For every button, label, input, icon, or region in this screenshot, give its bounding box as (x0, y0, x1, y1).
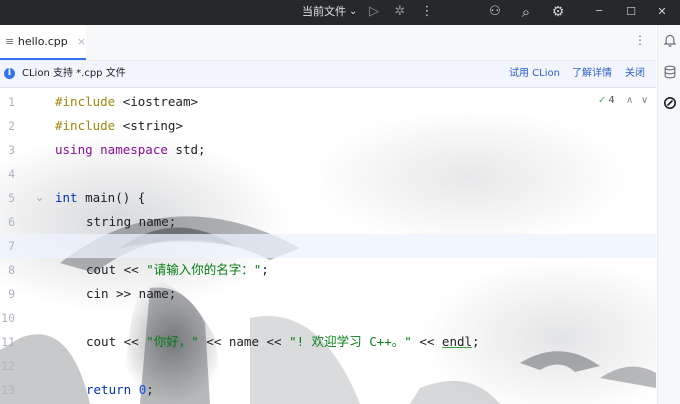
code-token: main() { (77, 190, 146, 205)
code-token-ns: using namespace (55, 142, 168, 157)
line-number: 13 (1, 383, 15, 397)
code-line: cin >> name; (86, 282, 176, 306)
tab-label: hello.cpp (17, 35, 68, 48)
line-number: 2 (8, 119, 15, 133)
run-icon[interactable]: ▷ (364, 2, 384, 22)
code-token-str: "请输入你的名字：" (146, 262, 262, 277)
bell-icon (663, 34, 677, 47)
settings-icon[interactable]: ⚙ (548, 2, 568, 22)
learn-more-link[interactable]: 了解详情 (572, 61, 612, 87)
code-line: #include <iostream> (55, 90, 198, 114)
search-icon[interactable]: ⌕ (516, 2, 536, 22)
next-highlight-icon[interactable]: ∨ (641, 94, 648, 108)
line-number: 1 (8, 95, 15, 109)
code-token-pp: #include (55, 118, 123, 133)
code-line: cout << "请输入你的名字："; (86, 258, 269, 282)
info-icon: i (4, 68, 15, 79)
line-number: 3 (8, 143, 15, 157)
ai-assistant-icon[interactable] (662, 96, 678, 112)
notification-text: CLion 支持 *.cpp 文件 (22, 68, 126, 79)
add-user-icon[interactable]: ⚇ (485, 2, 505, 22)
line-number: 4 (8, 167, 15, 181)
code-line: string name; (86, 210, 176, 234)
notifications-icon[interactable] (662, 34, 678, 50)
ai-swirl-icon (664, 97, 676, 109)
code-token-str: "你好，" (146, 334, 199, 349)
line-number: 5 (8, 191, 15, 205)
code-token: std; (167, 142, 206, 157)
code-token: cin >> name; (86, 286, 177, 301)
code-line: return 0; (86, 378, 154, 402)
code-editor[interactable]: 1 2 3 4 5 6 7 8 9 10 11 12 13 ⌄ #include… (0, 88, 656, 404)
code-line: int main() { (55, 186, 145, 210)
line-number: 12 (1, 359, 15, 373)
inspection-widget[interactable]: ✓ 4 (598, 94, 615, 108)
line-number: 8 (8, 263, 15, 277)
code-token-kw: int (55, 190, 78, 205)
minimize-icon[interactable]: ─ (589, 2, 609, 22)
debug-icon[interactable]: ✲ (390, 2, 410, 22)
tab-close-icon[interactable]: × (77, 35, 86, 48)
database-icon[interactable] (662, 65, 678, 81)
close-icon[interactable]: ✕ (652, 2, 672, 22)
code-token: << (411, 334, 442, 349)
right-tool-sidebar (657, 25, 680, 404)
try-clion-link[interactable]: 试用 CLion (509, 61, 560, 87)
editor-tab-bar: ≡ hello.cpp × ⋮ (0, 25, 656, 61)
code-token: ; (146, 382, 154, 397)
previous-highlight-icon[interactable]: ∧ (626, 94, 633, 108)
title-bar: 当前文件 ⌄ ▷ ✲ ⋮ ⚇ ⌕ ⚙ ─ ☐ ✕ (0, 0, 680, 25)
tab-options-icon[interactable]: ⋮ (634, 33, 646, 47)
run-config-selector[interactable]: 当前文件 ⌄ (302, 3, 357, 21)
current-line-highlight (0, 234, 656, 258)
code-token: cout << (86, 334, 147, 349)
code-token-str: "! 欢迎学习 C++。" (289, 334, 412, 349)
code-token: ; (472, 334, 480, 349)
code-line: #include <string> (55, 114, 183, 138)
line-number: 9 (8, 287, 15, 301)
maximize-icon[interactable]: ☐ (621, 2, 641, 22)
notification-banner: i CLion 支持 *.cpp 文件 试用 CLion 了解详情 关闭 (0, 61, 656, 88)
code-token: <iostream> (122, 94, 198, 109)
line-number: 7 (8, 239, 15, 253)
code-token-endl: endl (441, 334, 473, 349)
check-icon: ✓ (598, 95, 607, 106)
line-number: 11 (1, 335, 15, 349)
database-cylinder-icon (664, 65, 676, 79)
code-line: using namespace std; (55, 138, 206, 162)
code-line: cout << "你好，" << name << "! 欢迎学习 C++。" <… (86, 330, 480, 354)
fold-chevron-icon[interactable]: ⌄ (35, 186, 44, 210)
line-number: 6 (8, 215, 15, 229)
code-token: << name << (198, 334, 290, 349)
code-token-pp: #include (55, 94, 123, 109)
code-token: cout << (86, 262, 147, 277)
inspection-count: 4 (608, 95, 615, 106)
code-token: string name; (86, 214, 177, 229)
line-number: 10 (1, 311, 15, 325)
code-token: ; (261, 262, 269, 277)
close-banner-link[interactable]: 关闭 (625, 61, 645, 87)
code-token-kw: return (86, 382, 132, 397)
file-text-icon: ≡ (5, 35, 15, 48)
more-menu-icon[interactable]: ⋮ (417, 2, 437, 22)
chevron-down-icon: ⌄ (349, 6, 358, 17)
tab-hello-cpp[interactable]: ≡ hello.cpp × (0, 25, 86, 60)
code-token: <string> (122, 118, 183, 133)
run-config-label: 当前文件 (302, 5, 346, 18)
